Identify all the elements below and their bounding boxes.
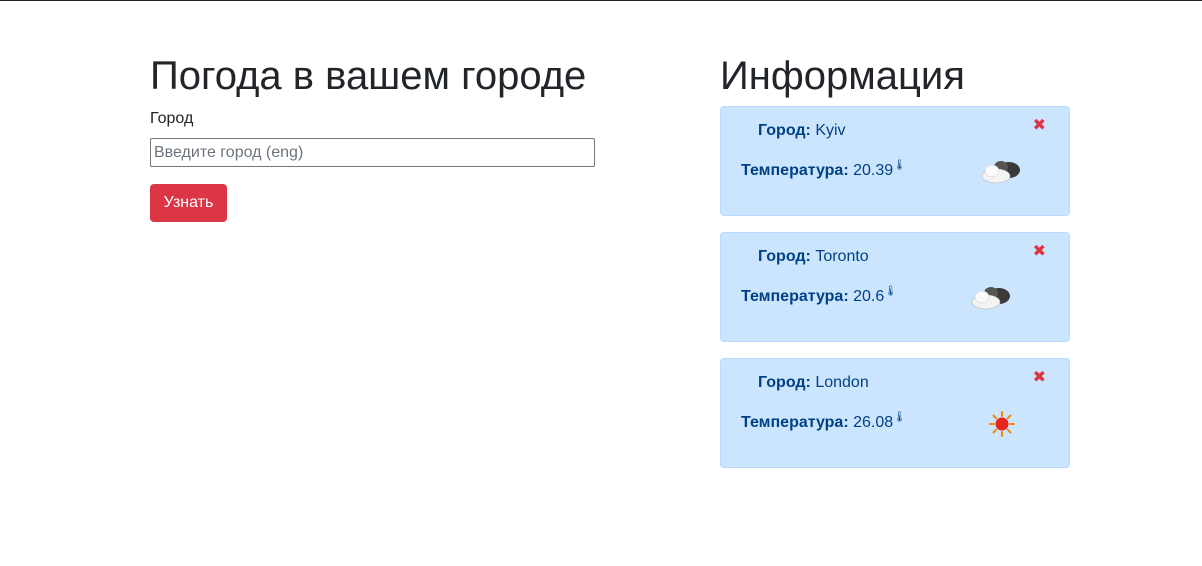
sunny-icon xyxy=(974,396,1030,452)
thermometer-icon: 🌡 xyxy=(884,286,897,297)
city-prefix: Город: xyxy=(758,374,811,391)
city-name: London xyxy=(815,374,869,391)
weather-card: Город: Kyiv ✖ Температура: 20.39🌡 xyxy=(720,106,1070,216)
weather-card: Город: London ✖ Температура: 26.08🌡 xyxy=(720,358,1070,468)
close-icon[interactable]: ✖ xyxy=(1033,241,1046,261)
weather-card: Город: Toronto ✖ Температура: 20.6🌡 xyxy=(720,232,1070,342)
city-input[interactable] xyxy=(150,138,595,167)
temperature-prefix: Температура: xyxy=(741,288,849,305)
city-name: Kyiv xyxy=(815,122,846,139)
cloudy-icon xyxy=(974,144,1030,200)
info-title: Информация xyxy=(720,54,965,98)
close-icon[interactable]: ✖ xyxy=(1033,115,1046,135)
temperature-prefix: Температура: xyxy=(741,414,849,431)
thermometer-icon: 🌡 xyxy=(893,160,906,171)
submit-button[interactable]: Узнать xyxy=(150,184,227,222)
temperature-value: 20.6 xyxy=(853,288,885,305)
close-icon[interactable]: ✖ xyxy=(1033,367,1046,387)
city-label: Город xyxy=(150,110,194,127)
city-name: Toronto xyxy=(815,248,869,265)
city-prefix: Город: xyxy=(758,122,811,139)
thermometer-icon: 🌡 xyxy=(893,412,906,423)
cloudy-icon xyxy=(964,270,1020,326)
page-title: Погода в вашем городе xyxy=(150,54,587,98)
city-prefix: Город: xyxy=(758,248,811,265)
temperature-prefix: Температура: xyxy=(741,162,849,179)
temperature-value: 26.08 xyxy=(853,414,894,431)
temperature-value: 20.39 xyxy=(853,162,894,179)
